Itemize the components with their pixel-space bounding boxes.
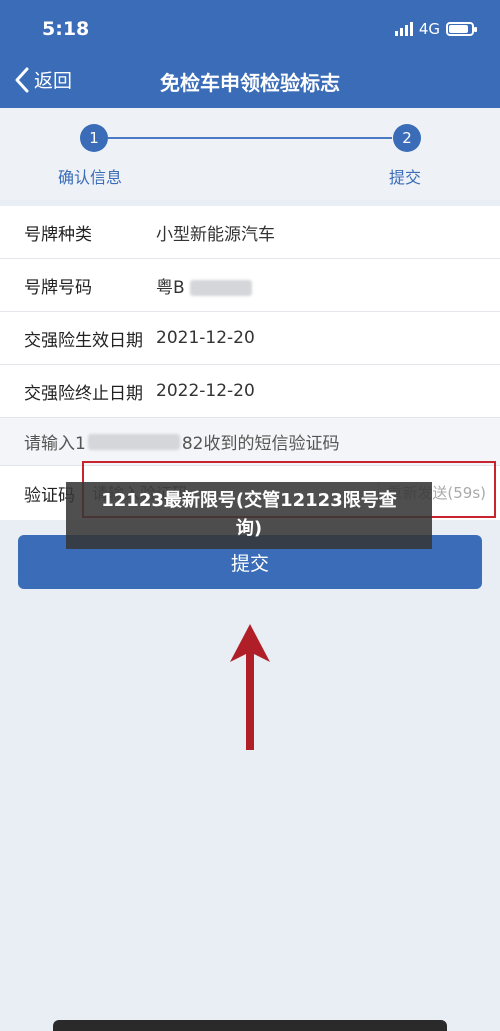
top-bar: 5:18 4G 返回 免检车申领检验标志 (0, 0, 500, 108)
plate-number-redacted (190, 279, 253, 296)
sms-hint-prefix: 请输入1 (24, 434, 86, 454)
sms-hint: 请输入1 82收到的短信验证码 (0, 418, 500, 466)
step-1-circle: 1 (80, 124, 108, 152)
step-2-circle: 2 (393, 124, 421, 152)
signal-icon (394, 22, 413, 36)
sms-hint-suffix: 82收到的短信验证码 (181, 434, 340, 454)
plate-type-value: 小型新能源汽车 (156, 224, 275, 245)
overlay-banner: 12123最新限号(交管12123限号查 询) (66, 482, 432, 549)
overlay-line-2: 询) (235, 518, 263, 539)
home-indicator (53, 1020, 447, 1031)
status-time: 5:18 (42, 18, 90, 40)
insurance-end-label: 交强险终止日期 (24, 383, 143, 404)
plate-type-label: 号牌种类 (24, 224, 92, 245)
battery-level (449, 25, 469, 33)
plate-number-row: 号牌号码 粤B (0, 259, 500, 312)
insurance-start-value: 2021-12-20 (156, 328, 255, 348)
arrow-up-icon (230, 624, 270, 750)
phone-redacted (87, 433, 180, 450)
network-type: 4G (418, 20, 440, 38)
plate-number-prefix: 粤B (156, 277, 185, 298)
step-connector (108, 137, 392, 139)
step-2-label: 提交 (389, 168, 422, 187)
insurance-end-value: 2022-12-20 (156, 381, 255, 401)
insurance-start-label: 交强险生效日期 (24, 330, 143, 351)
page-title: 免检车申领检验标志 (160, 71, 340, 95)
plate-number-value: 粤B (156, 273, 253, 298)
insurance-end-row: 交强险终止日期 2022-12-20 (0, 365, 500, 418)
plate-type-row: 号牌种类 小型新能源汽车 (0, 206, 500, 259)
step-progress: 1 2 确认信息 提交 (0, 108, 500, 200)
overlay-line-1: 12123最新限号(交管12123限号查 (101, 490, 397, 511)
navigation-bar: 返回 免检车申领检验标志 (0, 58, 500, 102)
plate-number-label: 号牌号码 (24, 277, 92, 298)
status-indicators: 4G (394, 20, 477, 38)
battery-icon (446, 22, 477, 36)
insurance-start-row: 交强险生效日期 2021-12-20 (0, 312, 500, 365)
step-1-label: 确认信息 (58, 168, 123, 187)
